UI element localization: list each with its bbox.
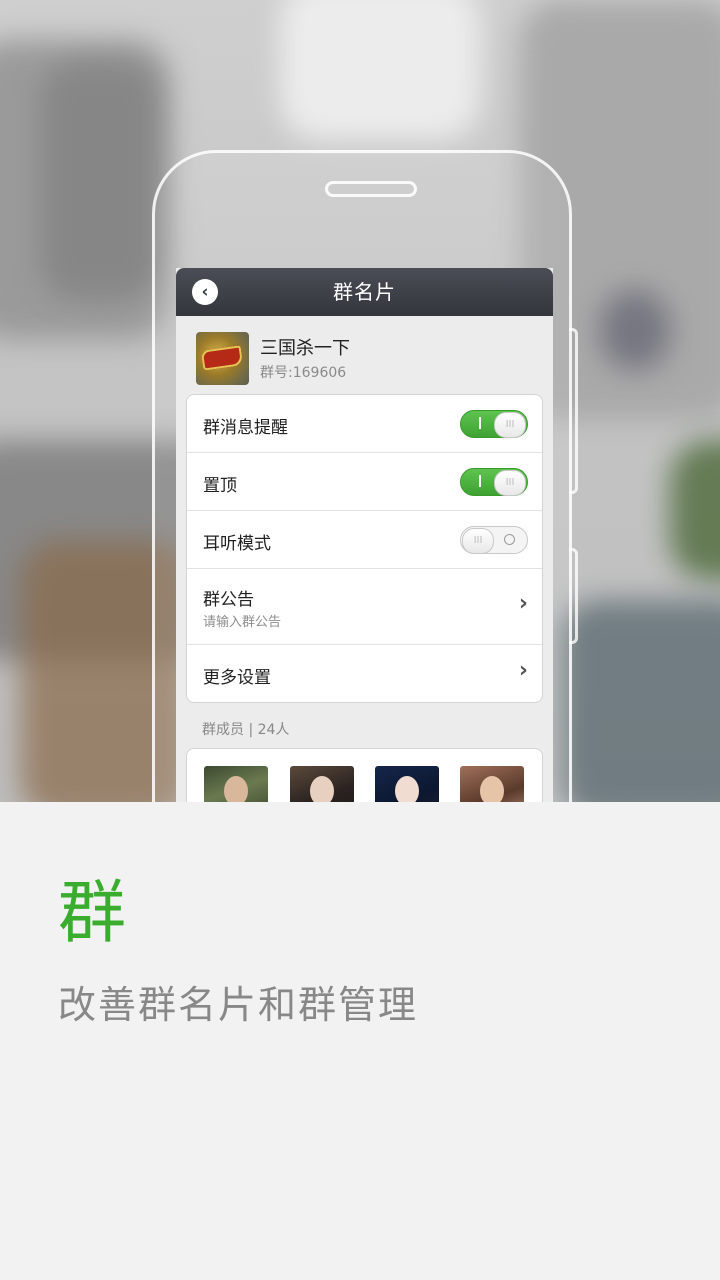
pin-top-toggle[interactable]: III — [460, 468, 528, 496]
members-card — [186, 748, 543, 802]
member-avatar[interactable] — [460, 766, 524, 802]
toggle-on-icon — [479, 417, 481, 429]
toggle-knob: III — [462, 528, 494, 554]
group-header: 三国杀一下 群号:169606 — [196, 332, 536, 385]
chevron-right-icon: › — [518, 591, 528, 616]
setting-label: 群公告 — [203, 590, 254, 610]
feature-title: 群 — [58, 874, 127, 953]
background-blur — [280, 0, 480, 140]
feature-subtitle: 改善群名片和群管理 — [58, 983, 419, 1027]
setting-label: 置顶 — [203, 476, 237, 496]
toggle-knob: III — [494, 412, 526, 438]
setting-label: 耳听模式 — [203, 534, 271, 554]
member-avatar[interactable] — [290, 766, 354, 802]
earpiece-mode-toggle[interactable]: III — [460, 526, 528, 554]
background-blur — [670, 440, 720, 580]
message-alert-toggle[interactable]: III — [460, 410, 528, 438]
toggle-on-icon — [479, 475, 481, 487]
setting-row-announcement[interactable]: 群公告 请输入群公告 › — [187, 569, 542, 645]
background-blur — [600, 290, 670, 370]
setting-row-pin-top[interactable]: 置顶 III — [187, 453, 542, 511]
background-blur — [560, 600, 720, 802]
phone-side-button — [569, 548, 578, 644]
member-photo — [310, 776, 334, 802]
member-photo — [395, 776, 419, 802]
setting-row-more-settings[interactable]: 更多设置 › — [187, 645, 542, 702]
member-avatar[interactable] — [204, 766, 268, 802]
setting-label: 更多设置 — [203, 668, 271, 688]
group-id: 群号:169606 — [260, 365, 347, 381]
toggle-knob: III — [494, 470, 526, 496]
member-photo — [480, 776, 504, 802]
members-header: 群成员 | 24人 — [202, 722, 290, 738]
phone-side-button — [569, 328, 578, 494]
group-name: 三国杀一下 — [260, 338, 350, 359]
settings-card: 群消息提醒 III 置顶 III 耳听模式 III 群公告 请输入群公告 › 更… — [186, 394, 543, 703]
game-logo-icon — [200, 345, 244, 371]
background-blur — [40, 60, 160, 300]
setting-row-message-alert[interactable]: 群消息提醒 III — [187, 395, 542, 453]
toggle-off-icon — [504, 534, 515, 545]
page-title: 群名片 — [333, 280, 396, 304]
phone-speaker — [325, 181, 417, 197]
title-bar: ‹ 群名片 — [176, 268, 553, 316]
setting-label: 群消息提醒 — [203, 418, 288, 438]
chevron-right-icon: › — [518, 658, 528, 683]
group-avatar[interactable] — [196, 332, 249, 385]
app-screen: ‹ 群名片 三国杀一下 群号:169606 群消息提醒 III 置顶 III 耳… — [176, 268, 553, 802]
announcement-placeholder: 请输入群公告 — [203, 615, 282, 630]
setting-row-earpiece-mode[interactable]: 耳听模式 III — [187, 511, 542, 569]
feature-caption: 群 改善群名片和群管理 — [0, 802, 720, 1280]
member-avatar[interactable] — [375, 766, 439, 802]
member-photo — [224, 776, 248, 802]
